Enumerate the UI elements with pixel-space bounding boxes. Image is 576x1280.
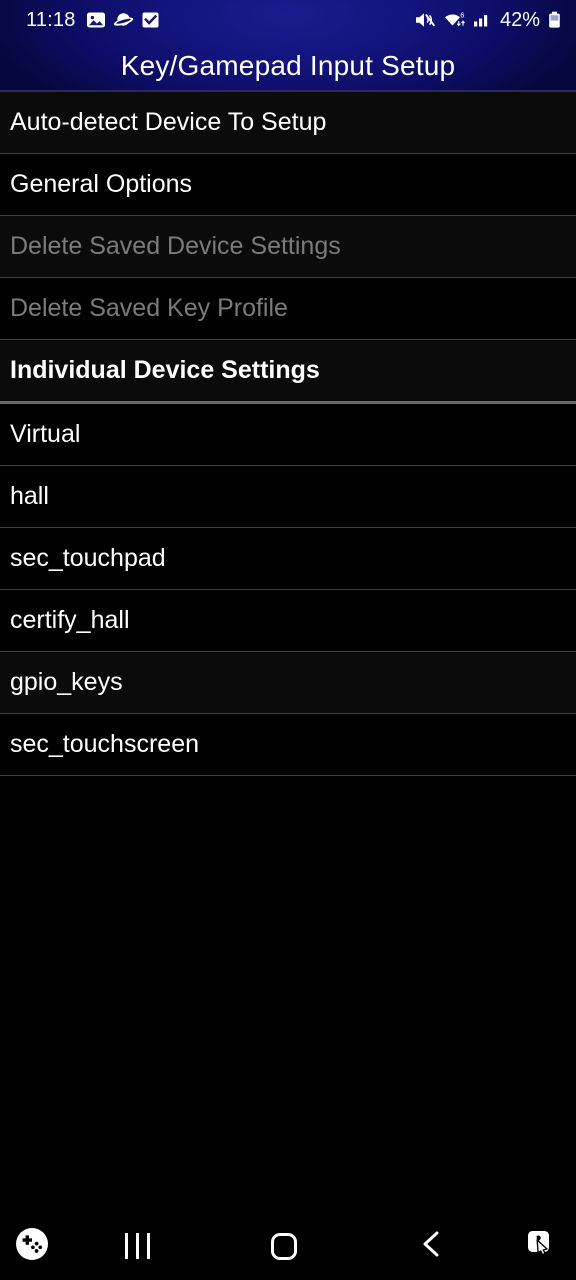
- list-item-label: Auto-detect Device To Setup: [10, 108, 327, 136]
- home-button[interactable]: [211, 1212, 358, 1280]
- wifi-icon: 6: [443, 10, 466, 30]
- status-bar: 11:18 6 42%: [0, 0, 576, 40]
- list-item-label: certify_hall: [10, 606, 130, 634]
- recents-button[interactable]: [64, 1212, 211, 1280]
- list-item-label: sec_touchscreen: [10, 730, 200, 758]
- list-item-auto-detect-device-to-setup[interactable]: Auto-detect Device To Setup: [0, 92, 576, 154]
- settings-list: Auto-detect Device To Setup General Opti…: [0, 92, 576, 1280]
- list-empty-area: [0, 776, 576, 1216]
- list-item-general-options[interactable]: General Options: [0, 154, 576, 216]
- app-header: 11:18 6 42% Key/Gamepad Input Setup: [0, 0, 576, 92]
- battery-icon: [547, 10, 562, 30]
- list-item-gpio-keys[interactable]: gpio_keys: [0, 652, 576, 714]
- battery-percent-label: 42%: [499, 9, 540, 31]
- back-icon: [416, 1228, 446, 1265]
- page-title: Key/Gamepad Input Setup: [120, 50, 456, 81]
- list-item-label: Virtual: [10, 420, 81, 448]
- list-item-delete-saved-device-settings: Delete Saved Device Settings: [0, 216, 576, 278]
- list-item-label: hall: [10, 482, 49, 510]
- mute-icon: [414, 10, 436, 30]
- page-title-bar: Key/Gamepad Input Setup: [0, 40, 576, 92]
- list-section-header-individual-device-settings: Individual Device Settings: [0, 340, 576, 404]
- gamepad-overlay-button[interactable]: [0, 1212, 64, 1280]
- show-touches-button[interactable]: [504, 1212, 576, 1280]
- list-item-hall[interactable]: hall: [0, 466, 576, 528]
- svg-text:6: 6: [460, 11, 464, 20]
- back-button[interactable]: [357, 1212, 504, 1280]
- list-item-label: Delete Saved Key Profile: [10, 294, 288, 322]
- recents-icon: [124, 1233, 150, 1259]
- checkbox-notification-icon: [141, 10, 160, 30]
- status-bar-right: 6 42%: [414, 10, 562, 30]
- list-item-virtual[interactable]: Virtual: [0, 404, 576, 466]
- show-touches-icon: [523, 1227, 557, 1266]
- list-item-sec-touchscreen[interactable]: sec_touchscreen: [0, 714, 576, 776]
- status-clock: 11:18: [26, 9, 76, 31]
- gallery-icon: [86, 10, 106, 30]
- list-item-label: gpio_keys: [10, 668, 123, 696]
- list-section-label: Individual Device Settings: [10, 356, 320, 384]
- list-item-label: Delete Saved Device Settings: [10, 232, 341, 260]
- list-item-sec-touchpad[interactable]: sec_touchpad: [0, 528, 576, 590]
- phone-screen: 11:18 6 42% Key/Gamepad Input Setup Auto…: [0, 0, 576, 1280]
- home-icon: [271, 1232, 297, 1260]
- gamepad-overlay-icon: [14, 1226, 50, 1267]
- cellular-signal-icon: [473, 10, 492, 30]
- samsung-internet-icon: [113, 10, 134, 30]
- list-item-label: sec_touchpad: [10, 544, 166, 572]
- status-bar-left: 11:18: [26, 10, 160, 30]
- system-navigation-bar: [0, 1212, 576, 1280]
- list-item-certify-hall[interactable]: certify_hall: [0, 590, 576, 652]
- list-item-delete-saved-key-profile: Delete Saved Key Profile: [0, 278, 576, 340]
- list-item-label: General Options: [10, 170, 193, 198]
